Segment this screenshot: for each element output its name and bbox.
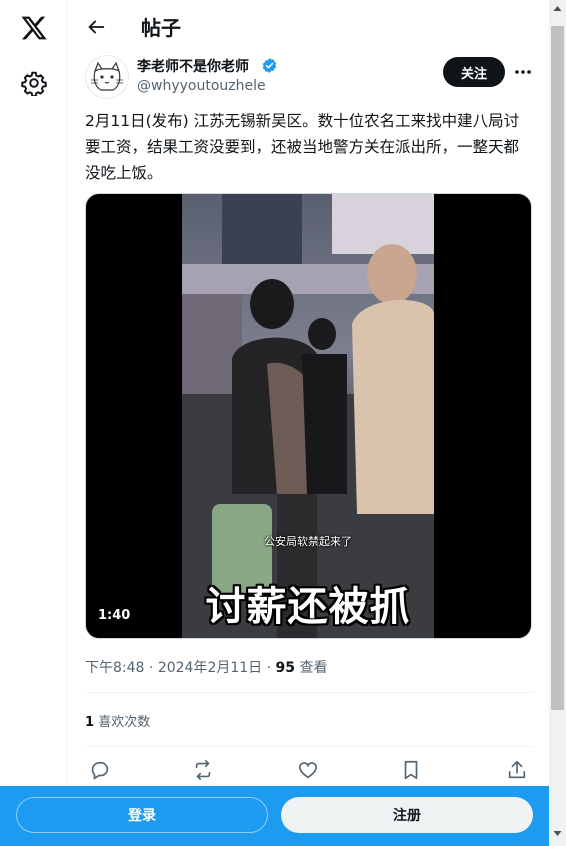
video-still-image: [182, 194, 434, 638]
login-bar: 登录 注册: [0, 786, 549, 846]
avatar[interactable]: [85, 55, 129, 99]
reply-icon[interactable]: [89, 759, 111, 781]
likes-count: 1: [85, 715, 95, 730]
verified-badge-icon: [262, 58, 277, 73]
gear-icon[interactable]: [21, 70, 47, 96]
post-column: 帖子 李老师不是你老师 @whyyoutouzhele 关注 2月11日(发布)…: [69, 0, 549, 846]
likes-label: 喜欢次数: [98, 715, 151, 730]
meta-separator: ·: [266, 660, 276, 676]
login-button[interactable]: 登录: [16, 797, 268, 833]
post-text: 2月11日(发布) 江苏无锡新吴区。数十位农名工来找中建八局讨要工资，结果工资没…: [85, 112, 520, 182]
back-arrow-icon[interactable]: [85, 16, 107, 38]
page-title: 帖子: [141, 16, 181, 40]
x-logo-icon[interactable]: [20, 14, 48, 42]
more-options-icon[interactable]: [513, 62, 533, 82]
video-subtitle-large: 讨薪还被抓: [205, 584, 411, 630]
like-heart-icon[interactable]: [297, 759, 319, 781]
likes-stat[interactable]: 1 喜欢次数: [85, 711, 150, 730]
bookmark-icon[interactable]: [400, 759, 422, 781]
scroll-down-arrow-icon[interactable]: [553, 829, 562, 838]
video-player[interactable]: 公安局软禁起来了 讨薪还被抓 1:40: [85, 193, 532, 639]
author-name[interactable]: 李老师不是你老师: [137, 56, 249, 76]
video-frame: 公安局软禁起来了 讨薪还被抓: [182, 194, 434, 638]
share-icon[interactable]: [506, 759, 528, 781]
repost-icon[interactable]: [192, 759, 214, 781]
scrollbar-thumb[interactable]: [551, 26, 564, 710]
meta-separator: ·: [148, 660, 158, 676]
video-duration: 1:40: [98, 608, 131, 623]
page-header: 帖子: [69, 0, 549, 53]
post-date[interactable]: 2024年2月11日: [158, 660, 262, 676]
video-subtitle-small: 公安局软禁起来了: [264, 535, 352, 548]
divider: [85, 692, 533, 693]
author-handle[interactable]: @whyyoutouzhele: [137, 78, 266, 94]
left-nav-rail: [0, 0, 68, 846]
post-time[interactable]: 下午8:48: [85, 660, 144, 676]
scroll-up-arrow-icon[interactable]: [553, 4, 562, 13]
signup-button[interactable]: 注册: [281, 797, 533, 833]
post-meta: 下午8:48 · 2024年2月11日 · 95 查看: [85, 657, 327, 677]
views-count: 95: [275, 660, 296, 676]
follow-button[interactable]: 关注: [443, 57, 505, 87]
divider: [85, 746, 533, 747]
scrollbar[interactable]: [549, 0, 566, 846]
cat-sketch-avatar-icon: [85, 55, 129, 99]
views-label: 查看: [299, 660, 328, 676]
